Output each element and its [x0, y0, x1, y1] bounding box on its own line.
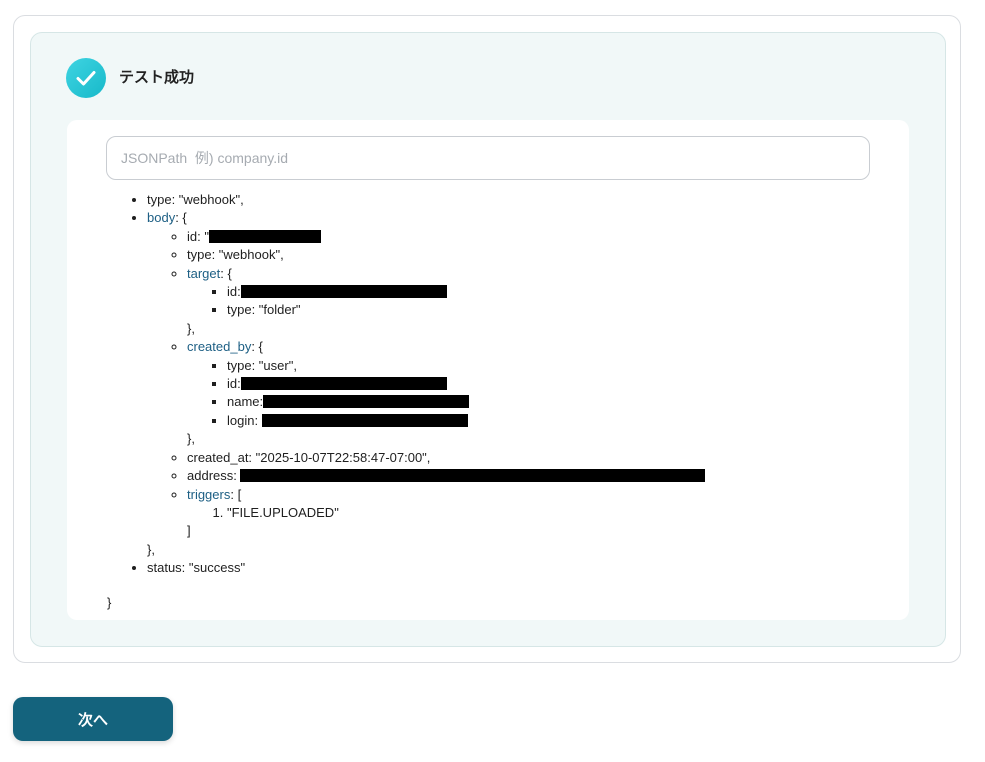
body-close: }, — [147, 541, 155, 557]
json-line-target-id: id: — [227, 283, 705, 301]
json-line-address: address: — [187, 467, 706, 485]
json-line-id: id: " — [187, 228, 705, 246]
json-line-webhook-type: type: "webhook", — [187, 246, 705, 264]
created-by-key-link[interactable]: created_by — [187, 339, 251, 354]
json-final-close: } — [107, 595, 112, 610]
json-node-created-by: created_by: { type: "user", id: name: lo… — [187, 338, 705, 448]
jsonpath-search-input[interactable] — [106, 136, 870, 180]
created-by-close: }, — [187, 431, 195, 447]
triggers-key-link[interactable]: triggers — [187, 487, 230, 502]
redacted-cb-login — [261, 413, 468, 427]
success-title: テスト成功 — [119, 69, 195, 86]
json-line-cb-name: name: — [227, 393, 705, 411]
json-line-type: type: "webhook", — [147, 191, 705, 209]
json-line-cb-id: id: — [227, 375, 705, 393]
redacted-id — [208, 229, 321, 243]
target-key-link[interactable]: target — [187, 266, 220, 281]
json-node-triggers: triggers: [ "FILE.UPLOADED" ] — [187, 486, 705, 541]
json-line-cb-type: type: "user", — [227, 357, 705, 375]
json-line-target-type: type: "folder" — [227, 301, 705, 319]
body-key-link[interactable]: body — [147, 210, 175, 225]
redacted-cb-name — [263, 395, 470, 409]
redacted-target-id — [240, 285, 447, 299]
redacted-address — [240, 469, 706, 483]
target-close: }, — [187, 320, 195, 336]
json-node-target: target: { id: type: "folder" }, — [187, 265, 705, 339]
redacted-cb-id — [240, 377, 447, 391]
json-node-body: body: { id: " type: "webhook", target: {… — [147, 209, 706, 559]
json-line-status: status: "success" — [147, 559, 705, 577]
trigger-item: "FILE.UPLOADED" — [227, 504, 705, 522]
json-line-cb-login: login: — [227, 412, 705, 430]
json-tree: type: "webhook", body: { id: " type: "we… — [106, 191, 706, 578]
next-button[interactable]: 次へ — [13, 697, 173, 741]
check-icon — [66, 58, 106, 98]
triggers-close: ] — [187, 523, 191, 539]
json-line-created-at: created_at: "2025-10-07T22:58:47-07:00", — [187, 449, 705, 467]
